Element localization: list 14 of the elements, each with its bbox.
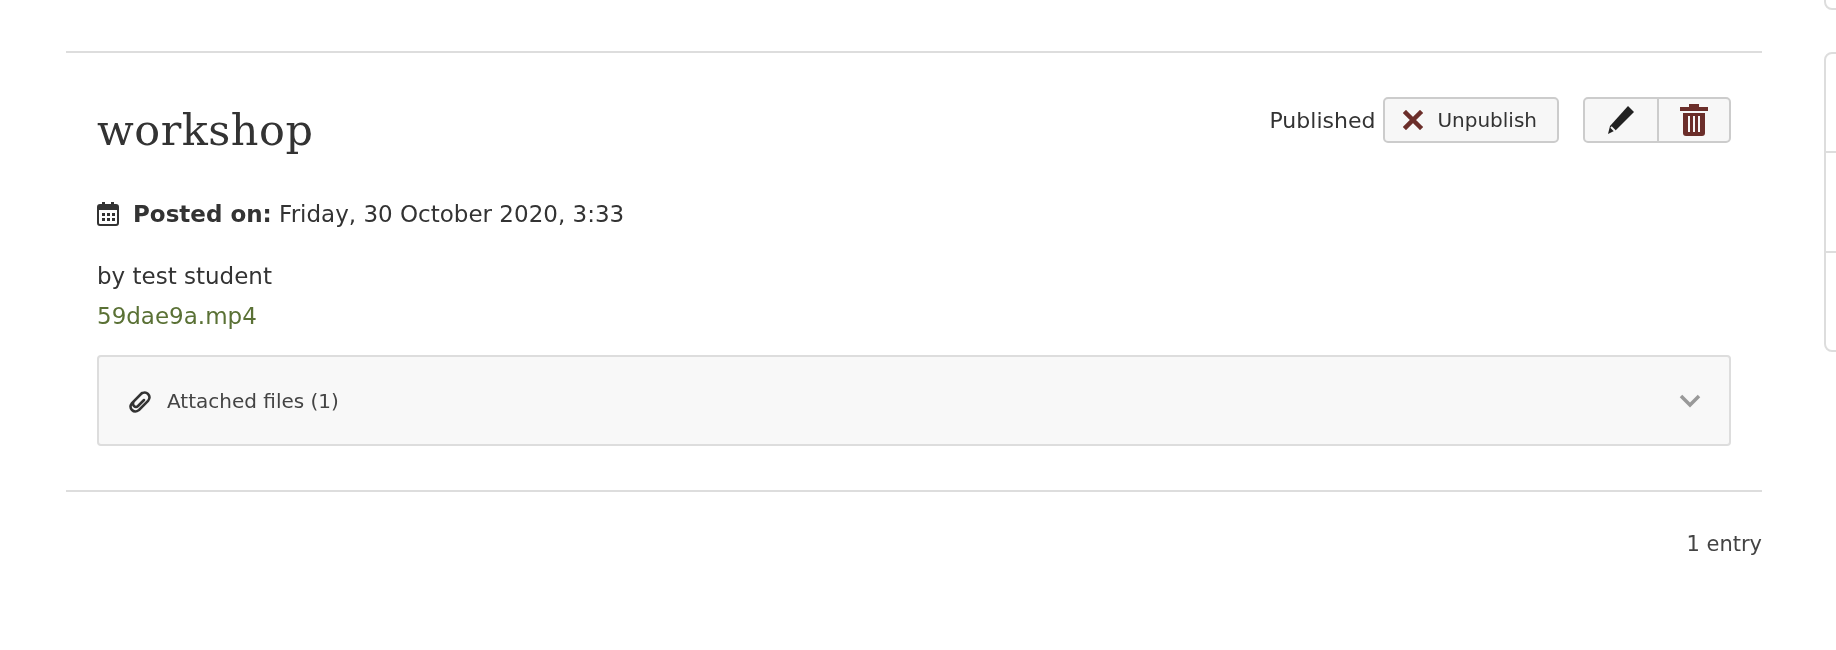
unpublish-button[interactable]: Unpublish — [1383, 97, 1559, 143]
trash-icon — [1680, 104, 1708, 136]
attached-files-label: Attached files (1) — [167, 388, 340, 413]
status-label: Published — [1269, 107, 1376, 133]
entry-title: workshop — [97, 105, 314, 155]
entry-count: 1 entry — [1685, 532, 1762, 556]
posted-date: Posted on: Friday, 30 October 2020, 3:33 — [133, 201, 625, 227]
file-link[interactable]: 59dae9a.mp4 — [97, 303, 257, 329]
attached-files-panel[interactable]: Attached files (1) — [97, 355, 1731, 446]
calendar-icon — [97, 202, 119, 226]
pencil-icon — [1606, 104, 1636, 136]
author-text: by test student — [97, 263, 273, 289]
close-icon — [1403, 110, 1424, 130]
chevron-icon — [1679, 393, 1701, 408]
